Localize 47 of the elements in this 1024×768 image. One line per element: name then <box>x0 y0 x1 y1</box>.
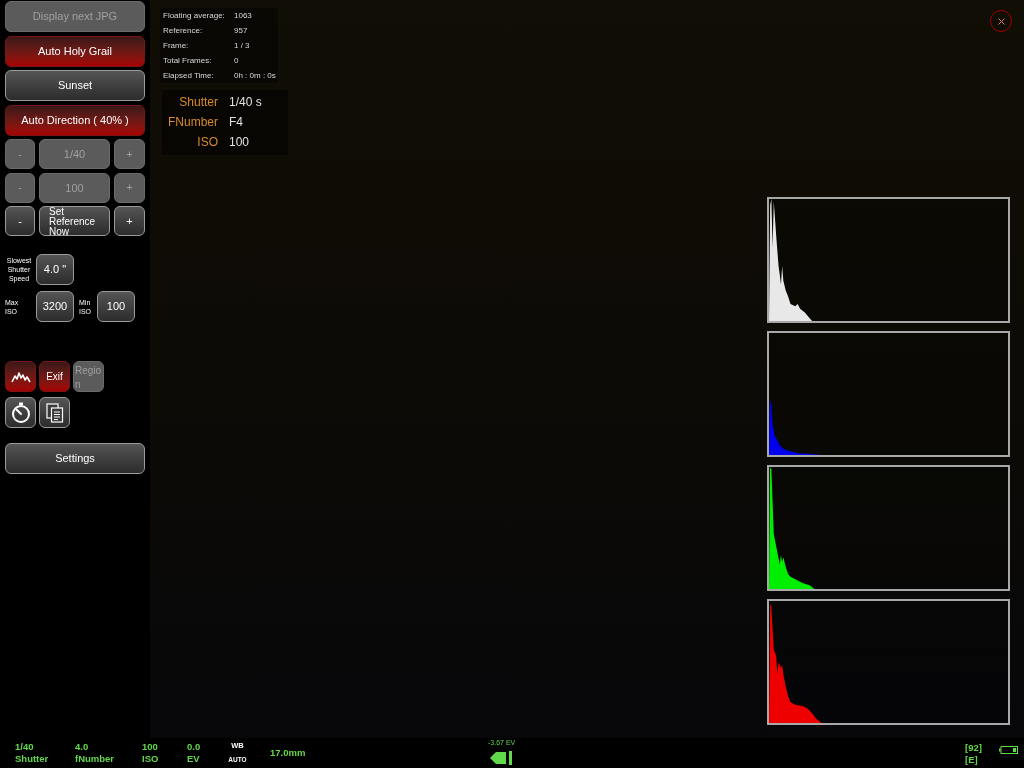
readout-value: 4.0 <box>75 741 90 753</box>
readout-label: Shutter <box>15 753 50 765</box>
stat-value: 0h : 0m : 0s <box>234 69 276 82</box>
mode-button[interactable]: Sunset <box>5 70 145 101</box>
status-text: [E] <box>965 754 979 766</box>
exposure-label: Shutter <box>178 94 218 111</box>
stat-value: 1 / 3 <box>234 39 250 52</box>
stat-value: 957 <box>234 24 248 37</box>
stat-label: Reference: <box>163 24 204 37</box>
exposure-value: 100 <box>229 134 250 151</box>
stat-label: Total Frames: <box>163 54 213 67</box>
shutter-limit-button[interactable]: 4.0 " <box>36 254 74 285</box>
exposure-value: 1/40 s <box>229 94 262 111</box>
exposure-label: ISO <box>196 134 218 151</box>
mode-button[interactable]: Auto Holy Grail <box>5 35 145 67</box>
tool-button[interactable]: Exif <box>39 361 70 392</box>
close-icon <box>997 17 1005 25</box>
value-button[interactable]: Set Reference Now <box>39 206 110 236</box>
tool-button[interactable] <box>5 397 36 428</box>
histogram-icon <box>10 370 31 383</box>
stat-value: 0 <box>234 54 239 67</box>
readout-label: EV <box>187 753 201 765</box>
tool-button[interactable] <box>39 397 70 428</box>
tool-button[interactable] <box>5 361 36 392</box>
readout-label: ISO <box>142 753 160 765</box>
min-iso-button[interactable]: 100 <box>97 291 135 322</box>
settings-button[interactable]: Settings <box>5 443 145 474</box>
exposure-label: FNumber <box>167 114 218 131</box>
stat-label: Floating average: <box>163 9 226 22</box>
exposure-value: F4 <box>229 114 243 131</box>
stat-label: Frame: <box>163 39 190 52</box>
mode-button[interactable]: Auto Direction ( 40% ) <box>5 104 145 136</box>
readout-label: fNumber <box>75 753 116 765</box>
readout-value: 100 <box>142 741 159 753</box>
stat-value: 1063 <box>234 9 252 22</box>
stat-label: Elapsed Time: <box>163 69 215 82</box>
exposure-indicator-icon <box>490 751 514 765</box>
stopwatch-icon <box>10 402 31 423</box>
max-iso-button[interactable]: 3200 <box>36 291 74 322</box>
focal-length: 17.0mm <box>270 745 306 760</box>
readout-value: 0.0 <box>187 741 202 753</box>
plus-button[interactable]: + <box>114 206 145 236</box>
battery-icon <box>999 746 1018 754</box>
readout-value: 1/40 <box>15 741 35 753</box>
documents-icon <box>45 402 64 423</box>
minus-button[interactable]: - <box>5 206 35 236</box>
status-text: [92] <box>965 742 982 754</box>
